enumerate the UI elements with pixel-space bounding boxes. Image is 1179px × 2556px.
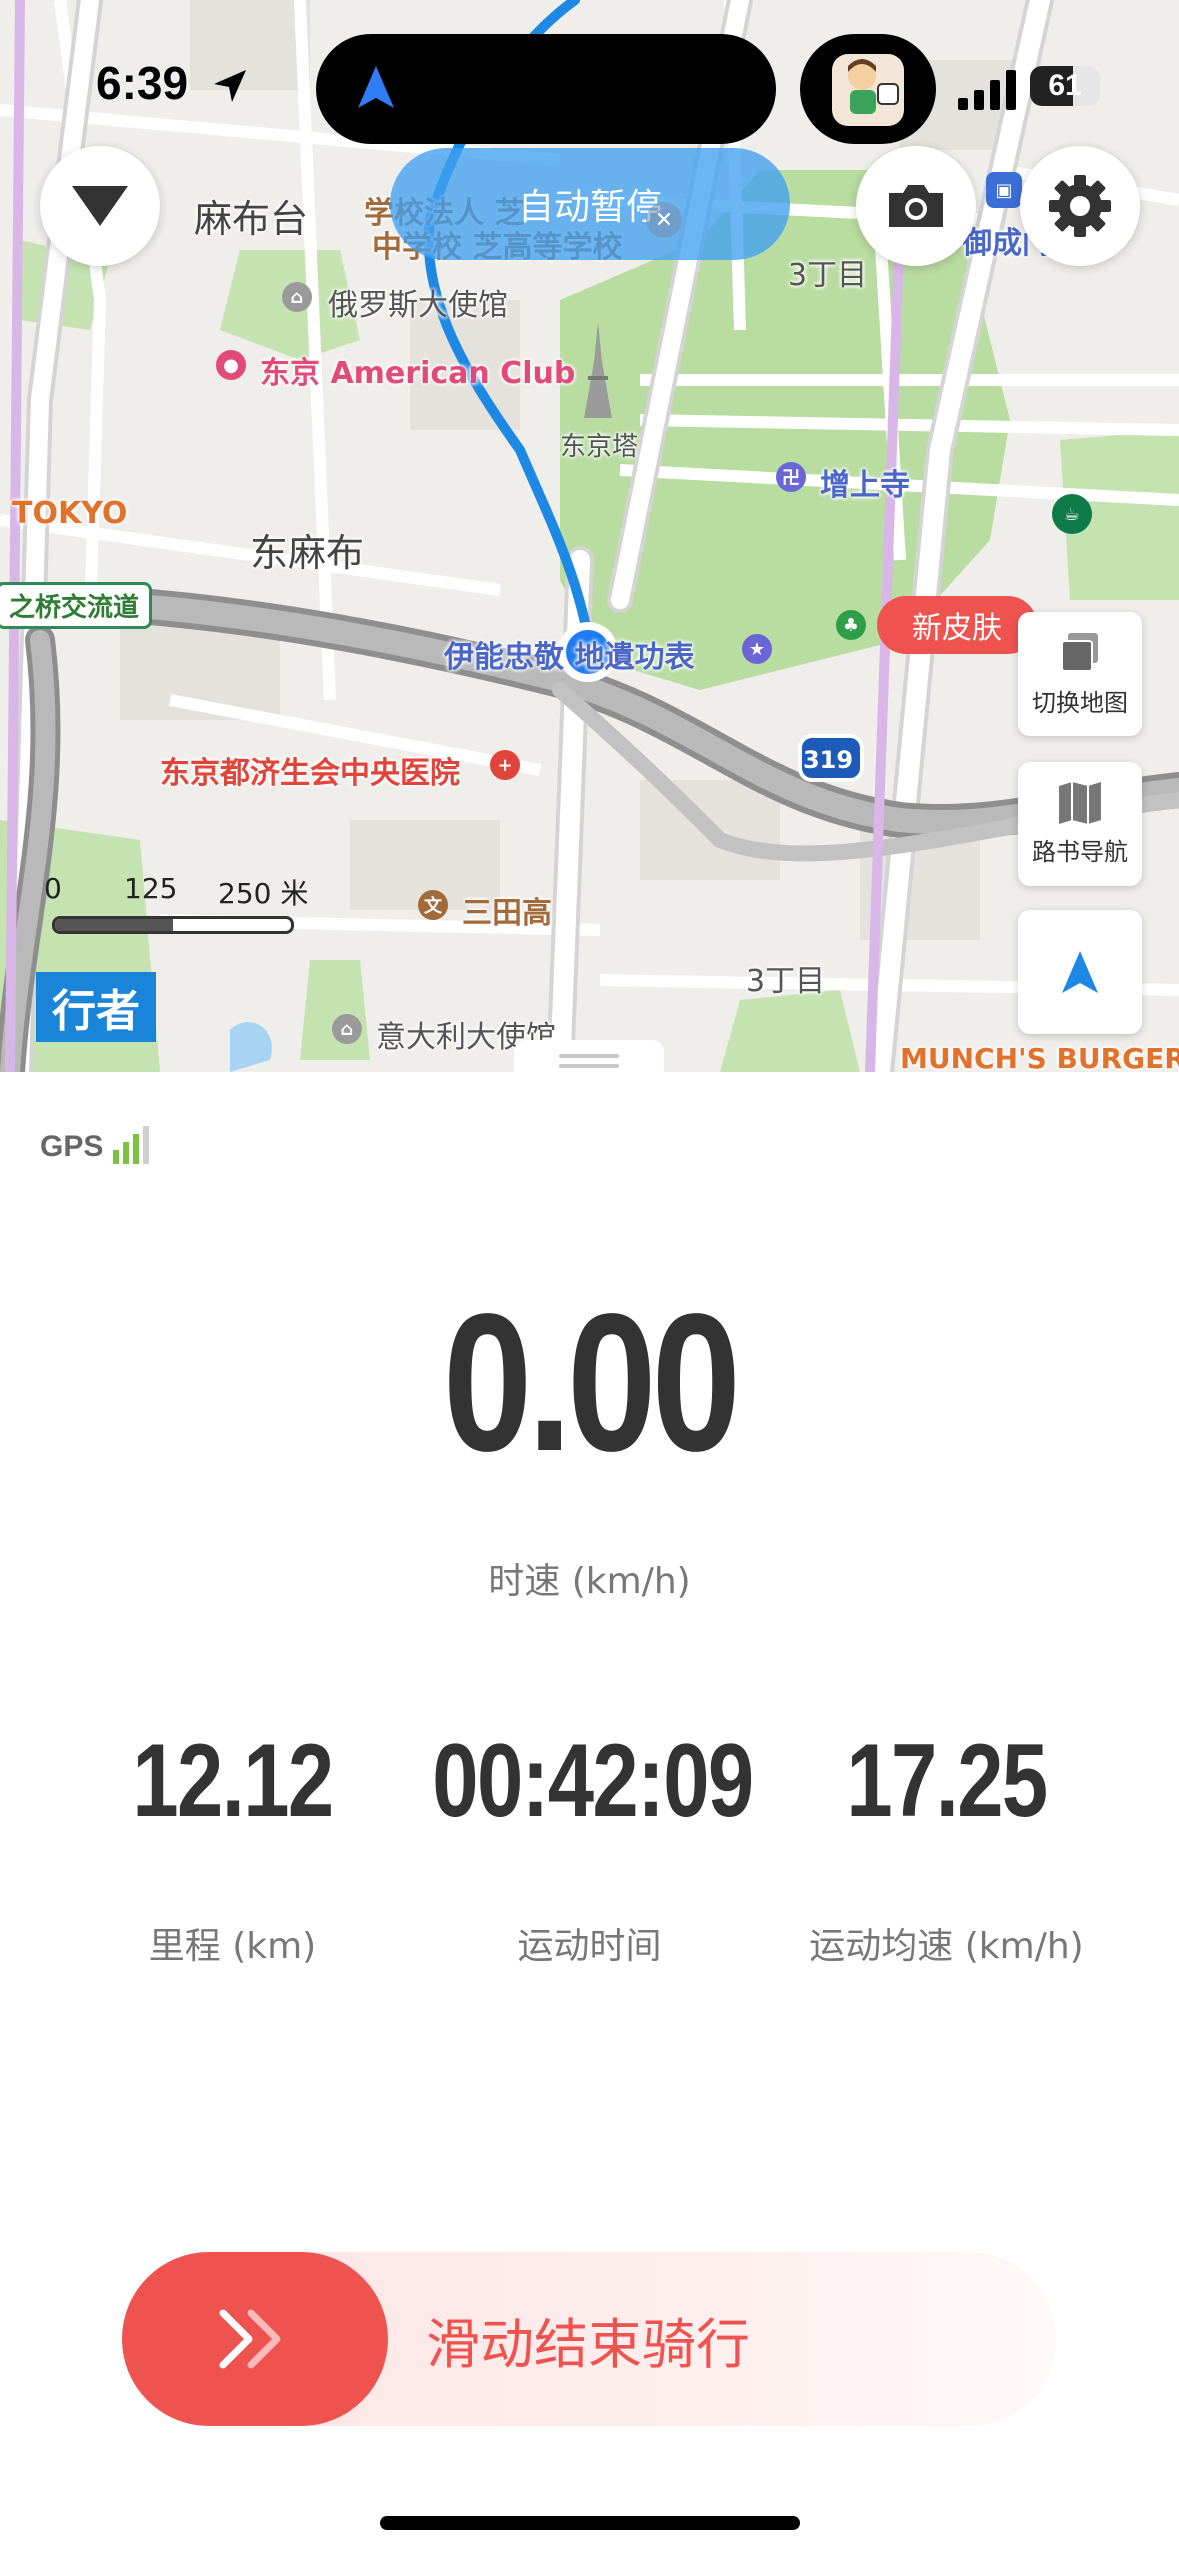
close-icon[interactable]: ✕ [646, 202, 682, 238]
scale-max: 250 米 [218, 877, 309, 910]
map-label-3chome-bottom: 3丁目 [746, 964, 826, 999]
triangle-down-icon [72, 186, 128, 226]
avg-speed-value: 17.25 [846, 1723, 1048, 1839]
junction-sign: 之桥交流道 [0, 582, 153, 629]
distance-label: 里程 (km) [148, 1926, 317, 1967]
club-icon: ● [216, 350, 246, 380]
duration-stat: 00:42:09 运动时间 [393, 1722, 786, 1969]
cellular-signal-icon [958, 70, 1016, 110]
panel-drag-handle[interactable] [514, 1040, 664, 1072]
duration-label: 运动时间 [517, 1926, 662, 1967]
starbucks-icon: ☕ [1052, 494, 1092, 534]
park-icon: ♣ [836, 610, 866, 640]
locate-button[interactable] [1018, 910, 1142, 1034]
double-chevron-right-icon [219, 2309, 281, 2369]
embassy-icon: ⌂ [282, 282, 312, 312]
distance-stat: 12.12 里程 (km) [36, 1722, 429, 1969]
map-label-american-club: 东京 American Club [260, 356, 576, 391]
switch-map-button[interactable]: 切换地图 [1018, 612, 1142, 736]
end-ride-label: 滑动结束骑行 [426, 2312, 750, 2376]
camera-icon [889, 185, 943, 227]
gear-icon [1049, 175, 1111, 237]
home-indicator[interactable] [380, 2516, 800, 2530]
gps-label: GPS [40, 1130, 104, 1163]
location-arrow-icon [214, 70, 246, 102]
gps-signal-icon [113, 1126, 150, 1164]
distance-value: 12.12 [132, 1723, 334, 1839]
route-book-label: 路书导航 [1032, 837, 1128, 866]
map-label-zojoji: 增上寺 [820, 468, 910, 503]
embassy-icon-2: ⌂ [332, 1014, 362, 1044]
collapse-button[interactable] [40, 146, 160, 266]
map-label-ino-monument: 伊能忠敬 地遺功表 [444, 640, 695, 675]
layers-icon [1061, 632, 1098, 672]
station-icon: ▣ [986, 172, 1022, 208]
map-label-azabudai: 麻布台 [194, 197, 309, 241]
map-label-mita-high: 三田高 [462, 896, 552, 931]
new-skin-badge[interactable]: 新皮肤 [877, 596, 1037, 654]
map-label-tokyo: TOKYO [12, 496, 128, 531]
avg-speed-label: 运动均速 (km/h) [809, 1926, 1084, 1967]
route-shield: 319 [802, 746, 854, 774]
walker-badge: 行者 [36, 972, 156, 1042]
map-view[interactable]: 麻布台 学校法人 芝 中学校 芝高等学校 ⌂ 俄罗斯大使馆 ● 东京 Ameri… [0, 0, 1179, 1072]
end-ride-slider[interactable]: 滑动结束骑行 [122, 2252, 1056, 2426]
switch-map-label: 切换地图 [1032, 688, 1128, 717]
auto-pause-toast[interactable]: 自动暂停 ✕ [390, 148, 790, 260]
navigation-arrow-icon [358, 66, 394, 108]
map-book-icon [1059, 781, 1101, 824]
avatar-icon [832, 54, 904, 126]
hospital-icon: + [490, 750, 520, 780]
camera-button[interactable] [856, 146, 976, 266]
current-speed-label: 时速 (km/h) [488, 1561, 691, 1602]
map-label-hospital: 东京都济生会中央医院 [160, 756, 460, 791]
map-label-munch-burger: MUNCH'S BURGER [900, 1042, 1179, 1072]
gps-status: GPS [40, 1126, 151, 1164]
navigation-arrow-icon [1062, 951, 1098, 993]
island-avatar[interactable] [800, 34, 936, 144]
map-label-tokyo-tower: 东京塔 [560, 432, 639, 462]
map-label-higashi-azabu: 东麻布 [250, 531, 365, 575]
scale-bar: 0 125 250 米 [40, 872, 340, 934]
battery-level: 61 [1048, 69, 1082, 102]
slider-knob[interactable] [122, 2252, 388, 2426]
route-book-button[interactable]: 路书导航 [1018, 762, 1142, 886]
school-icon: 文 [418, 890, 448, 920]
duration-value: 00:42:09 [432, 1723, 754, 1839]
scale-zero: 0 [44, 872, 62, 905]
tower-icon [584, 322, 612, 418]
avg-speed-stat: 17.25 运动均速 (km/h) [750, 1722, 1143, 1969]
status-time: 6:39 [96, 57, 189, 109]
auto-pause-label: 自动暂停 [517, 187, 662, 228]
current-speed-value: 0.00 [442, 1273, 741, 1492]
scale-mid: 125 [124, 872, 178, 905]
temple-icon: 卍 [776, 462, 806, 492]
battery-icon: 61 [1030, 66, 1100, 106]
settings-button[interactable] [1020, 146, 1140, 266]
map-label-russia-embassy: 俄罗斯大使馆 [328, 288, 508, 323]
monument-icon: ★ [742, 634, 772, 664]
map-label-3chome-top: 3丁目 [788, 258, 868, 293]
